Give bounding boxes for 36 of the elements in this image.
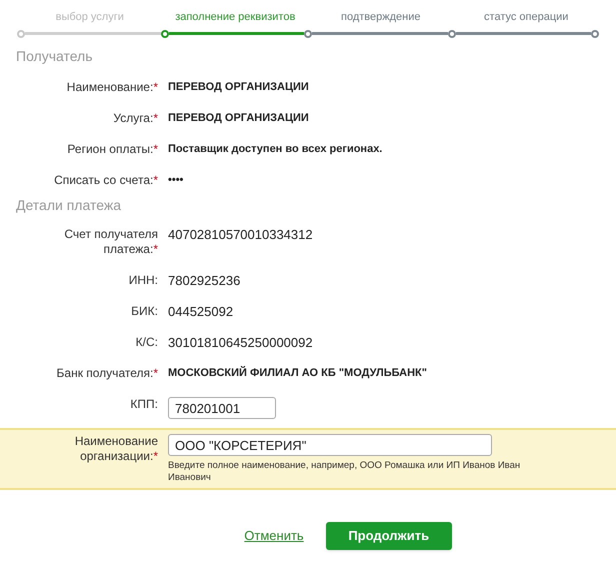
step-node [160, 30, 168, 38]
step-node [591, 30, 599, 38]
field-label: Услуга:* [113, 111, 158, 126]
step-label: заполнение реквизитов [175, 10, 296, 25]
field-value: 30101810645250000092 [168, 335, 313, 350]
field-label: КПП: [130, 397, 158, 412]
field-label: Счет получателя платежа:* [63, 227, 158, 257]
cancel-link[interactable]: Отменить [244, 526, 304, 546]
field-value: 7802925236 [168, 273, 240, 288]
step-label: статус операции [484, 10, 568, 25]
field-label: Наименование:* [66, 80, 158, 95]
text-input[interactable]: ООО "КОРСЕТЕРИЯ" [168, 434, 492, 456]
section-title: Детали платежа [15, 196, 122, 215]
hint-text: Введите полное наименование, например, ООО Ромашка или ИП Иванов Иван Иванович [168, 460, 522, 484]
step-node [17, 30, 25, 38]
text-input[interactable]: 780201001 [168, 397, 276, 419]
step-label: выбор услуги [56, 10, 124, 25]
field-value: ПЕРЕВОД ОРГАНИЗАЦИИ [168, 111, 309, 126]
section-title: Получатель [15, 47, 94, 66]
field-value: МОСКОВСКИЙ ФИЛИАЛ АО КБ "МОДУЛЬБАНК" [168, 366, 427, 381]
step-node [448, 30, 456, 38]
continue-button[interactable]: Продолжить [326, 522, 452, 550]
field-value: 40702810570010334312 [168, 227, 313, 242]
field-value: Поставщик доступен во всех регионах. [168, 142, 382, 157]
field-label: Банк получателя:* [56, 366, 158, 381]
field-label: Наименование организации:* [74, 434, 158, 464]
field-value: •••• [168, 173, 184, 188]
step-label: подтверждение [341, 10, 420, 25]
field-value: ПЕРЕВОД ОРГАНИЗАЦИИ [168, 80, 309, 95]
field-label: Списать со счета:* [54, 173, 158, 188]
field-value: 044525092 [168, 304, 234, 319]
field-label: БИК: [131, 304, 158, 319]
field-label: ИНН: [128, 273, 158, 288]
field-label: К/С: [136, 335, 158, 350]
step-node [304, 30, 312, 38]
field-label: Регион оплаты:* [67, 142, 158, 157]
